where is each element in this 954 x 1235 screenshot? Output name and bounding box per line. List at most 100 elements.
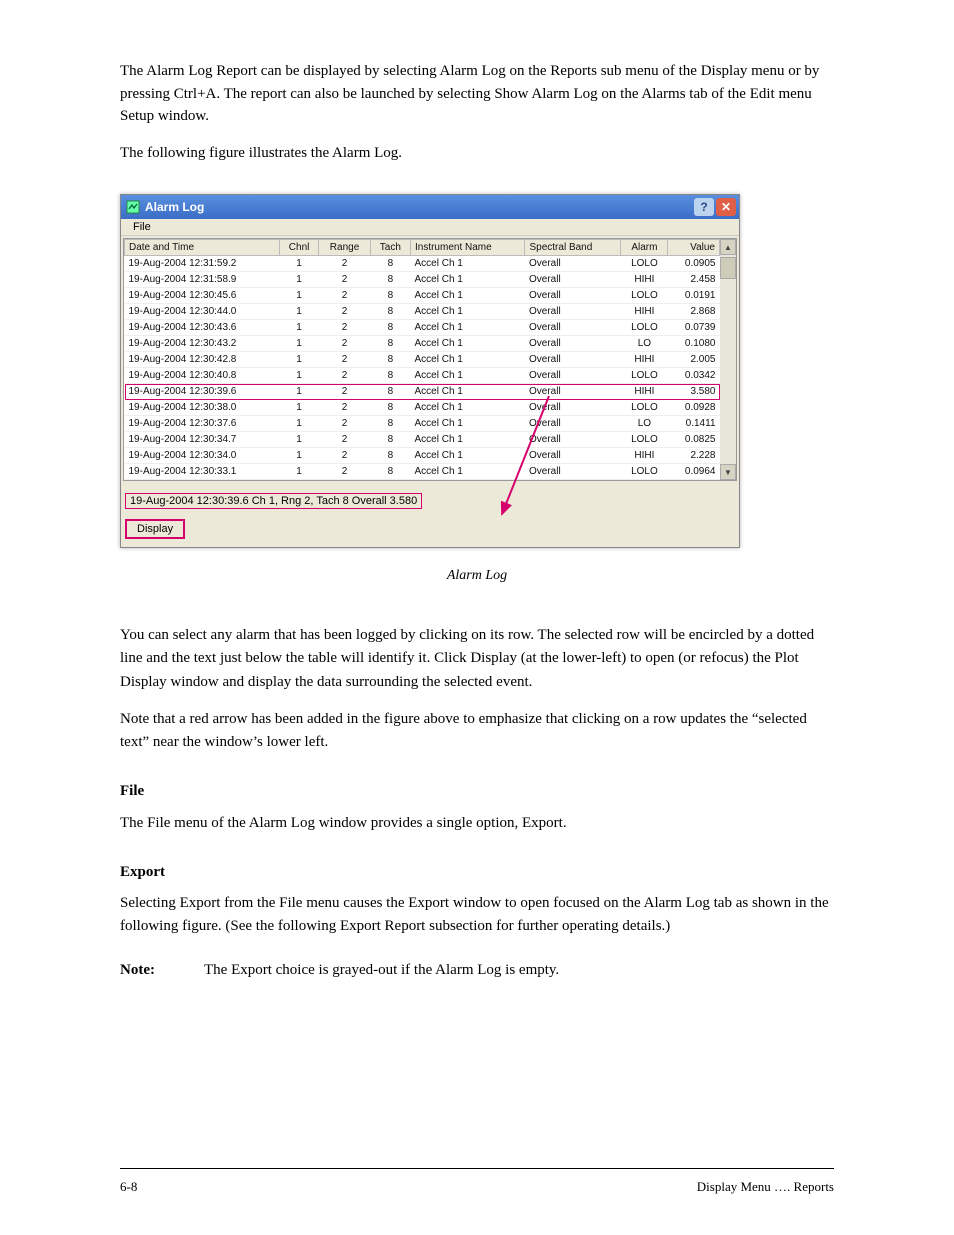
table-cell: 19-Aug-2004 12:31:59.2 (125, 256, 280, 272)
table-row[interactable]: 19-Aug-2004 12:30:33.1128Accel Ch 1Overa… (125, 464, 720, 480)
table-cell: 0.1411 (668, 416, 720, 432)
table-cell: Overall (525, 400, 621, 416)
vertical-scrollbar[interactable]: ▲ ▼ (720, 239, 736, 480)
menu-file[interactable]: File (127, 219, 157, 235)
table-cell: Overall (525, 320, 621, 336)
table-cell: 8 (370, 320, 410, 336)
table-row[interactable]: 19-Aug-2004 12:31:58.9128Accel Ch 1Overa… (125, 272, 720, 288)
table-cell: 19-Aug-2004 12:30:38.0 (125, 400, 280, 416)
table-row[interactable]: 19-Aug-2004 12:31:59.2128Accel Ch 1Overa… (125, 256, 720, 272)
table-row[interactable]: 19-Aug-2004 12:30:38.0128Accel Ch 1Overa… (125, 400, 720, 416)
table-cell: 19-Aug-2004 12:30:33.1 (125, 464, 280, 480)
table-row[interactable]: 19-Aug-2004 12:30:34.7128Accel Ch 1Overa… (125, 432, 720, 448)
table-cell: 8 (370, 304, 410, 320)
display-button[interactable]: Display (125, 519, 185, 539)
table-cell: 1 (279, 448, 319, 464)
window-title: Alarm Log (145, 200, 692, 214)
table-cell: 2 (319, 288, 370, 304)
table-cell: 19-Aug-2004 12:30:34.7 (125, 432, 280, 448)
table-cell: 2 (319, 256, 370, 272)
scroll-track[interactable] (720, 279, 736, 464)
table-cell: 8 (370, 464, 410, 480)
table-row[interactable]: 19-Aug-2004 12:30:43.2128Accel Ch 1Overa… (125, 336, 720, 352)
column-header[interactable]: Tach (370, 240, 410, 256)
table-cell: Accel Ch 1 (410, 304, 525, 320)
table-cell: 2 (319, 336, 370, 352)
table-cell: Overall (525, 432, 621, 448)
table-cell: 0.0191 (668, 288, 720, 304)
column-header[interactable]: Chnl (279, 240, 319, 256)
table-cell: 8 (370, 416, 410, 432)
table-cell: 8 (370, 384, 410, 400)
table-cell: 2 (319, 464, 370, 480)
table-cell: 19-Aug-2004 12:30:34.0 (125, 448, 280, 464)
table-cell: Overall (525, 416, 621, 432)
column-header[interactable]: Instrument Name (410, 240, 525, 256)
table-cell: Accel Ch 1 (410, 448, 525, 464)
column-header[interactable]: Value (668, 240, 720, 256)
scroll-down-icon[interactable]: ▼ (720, 464, 736, 480)
heading-file: File (120, 780, 834, 803)
table-row[interactable]: 19-Aug-2004 12:30:45.6128Accel Ch 1Overa… (125, 288, 720, 304)
table-cell: Accel Ch 1 (410, 320, 525, 336)
table-cell: 2 (319, 368, 370, 384)
table-cell: 1 (279, 464, 319, 480)
table-cell: Accel Ch 1 (410, 416, 525, 432)
table-cell: 19-Aug-2004 12:30:43.6 (125, 320, 280, 336)
close-button[interactable]: ✕ (716, 198, 736, 216)
table-cell: 1 (279, 400, 319, 416)
table-cell: Overall (525, 288, 621, 304)
table-cell: 8 (370, 256, 410, 272)
table-cell: 2 (319, 304, 370, 320)
table-cell: 0.0964 (668, 464, 720, 480)
table-cell: 2 (319, 352, 370, 368)
table-cell: 8 (370, 432, 410, 448)
table-cell: 1 (279, 288, 319, 304)
table-cell: 2 (319, 320, 370, 336)
table-cell: 8 (370, 400, 410, 416)
table-cell: LO (621, 336, 668, 352)
scroll-thumb[interactable] (720, 257, 736, 279)
menubar: File (121, 219, 739, 236)
table-cell: 0.0928 (668, 400, 720, 416)
table-cell: Accel Ch 1 (410, 400, 525, 416)
table-cell: 19-Aug-2004 12:30:44.0 (125, 304, 280, 320)
footer-text: Display Menu …. Reports (180, 1179, 834, 1195)
alarm-table[interactable]: Date and TimeChnlRangeTachInstrument Nam… (124, 239, 720, 480)
table-cell: 1 (279, 416, 319, 432)
column-header[interactable]: Spectral Band (525, 240, 621, 256)
table-row[interactable]: 19-Aug-2004 12:30:44.0128Accel Ch 1Overa… (125, 304, 720, 320)
heading-export: Export (120, 861, 834, 884)
column-header[interactable]: Date and Time (125, 240, 280, 256)
table-cell: Accel Ch 1 (410, 288, 525, 304)
help-button[interactable]: ? (694, 198, 714, 216)
table-row[interactable]: 19-Aug-2004 12:30:40.8128Accel Ch 1Overa… (125, 368, 720, 384)
table-cell: 1 (279, 304, 319, 320)
titlebar: Alarm Log ? ✕ (121, 195, 739, 219)
table-cell: Accel Ch 1 (410, 272, 525, 288)
table-row[interactable]: 19-Aug-2004 12:30:39.6128Accel Ch 1Overa… (125, 384, 720, 400)
table-cell: LOLO (621, 256, 668, 272)
note-text: The Export choice is grayed-out if the A… (204, 959, 559, 982)
table-row[interactable]: 19-Aug-2004 12:30:42.8128Accel Ch 1Overa… (125, 352, 720, 368)
body-p2: Note that a red arrow has been added in … (120, 708, 834, 755)
column-header[interactable]: Range (319, 240, 370, 256)
table-row[interactable]: 19-Aug-2004 12:30:43.6128Accel Ch 1Overa… (125, 320, 720, 336)
table-row[interactable]: 19-Aug-2004 12:30:37.6128Accel Ch 1Overa… (125, 416, 720, 432)
column-header[interactable]: Alarm (621, 240, 668, 256)
table-cell: LOLO (621, 464, 668, 480)
scroll-up-icon[interactable]: ▲ (720, 239, 736, 255)
body-p1: You can select any alarm that has been l… (120, 624, 834, 694)
table-cell: Accel Ch 1 (410, 368, 525, 384)
table-cell: Accel Ch 1 (410, 336, 525, 352)
table-cell: Accel Ch 1 (410, 256, 525, 272)
table-cell: 8 (370, 336, 410, 352)
table-cell: 8 (370, 368, 410, 384)
table-cell: Accel Ch 1 (410, 432, 525, 448)
intro-p2: The following figure illustrates the Ala… (120, 142, 834, 165)
table-row[interactable]: 19-Aug-2004 12:30:34.0128Accel Ch 1Overa… (125, 448, 720, 464)
table-cell: Accel Ch 1 (410, 464, 525, 480)
table-cell: LO (621, 416, 668, 432)
table-cell: 19-Aug-2004 12:30:40.8 (125, 368, 280, 384)
table-cell: 0.0739 (668, 320, 720, 336)
